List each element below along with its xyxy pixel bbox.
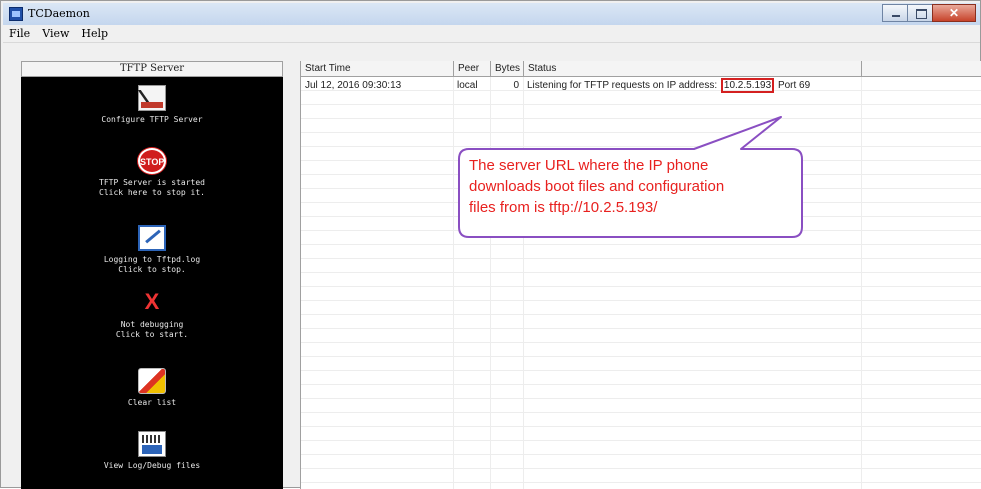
view-log-files-button[interactable]: View Log/Debug files — [21, 431, 283, 471]
maximize-button[interactable] — [907, 4, 933, 22]
cell-peer: local — [457, 80, 478, 91]
tool-panel-header[interactable]: TFTP Server — [21, 61, 283, 77]
configure-server-button[interactable]: Configure TFTP Server — [21, 85, 283, 125]
column-divider — [453, 77, 454, 489]
stop-icon-text: STOP — [140, 157, 165, 167]
column-header-status[interactable]: Status — [524, 61, 862, 77]
tool-label: Configure TFTP Server — [101, 115, 203, 124]
callout-line: downloads boot files and configuration — [469, 178, 725, 195]
column-divider — [861, 77, 862, 489]
table-row[interactable]: Jul 12, 2016 09:30:13 local 0 Listening … — [301, 78, 981, 93]
tool-label: Logging to Tftpd.log — [103, 255, 201, 264]
stop-sign-icon: STOP — [138, 148, 166, 174]
tool-label: Click here to stop it. — [99, 188, 205, 197]
title-bar[interactable]: TCDaemon ✕ — [3, 3, 980, 25]
cell-start-time: Jul 12, 2016 09:30:13 — [305, 80, 402, 91]
status-port: Port 69 — [777, 80, 811, 91]
clear-list-icon — [138, 368, 166, 394]
tool-label: TFTP Server is started — [99, 178, 205, 187]
close-button[interactable]: ✕ — [932, 4, 976, 22]
ip-address-highlight: 10.2.5.193 — [720, 78, 775, 93]
debug-icon-glyph: X — [144, 289, 160, 314]
column-header-peer[interactable]: Peer — [454, 61, 491, 77]
close-icon: ✕ — [948, 6, 960, 20]
tool-label: Clear list — [127, 398, 177, 407]
debug-toggle-button[interactable]: X Not debugging Click to start. — [21, 290, 283, 340]
tool-label: Click to stop. — [118, 265, 186, 274]
tool-panel — [21, 61, 283, 489]
app-icon — [9, 7, 23, 21]
menu-view[interactable]: View — [42, 27, 69, 40]
callout-line: The server URL where the IP phone — [469, 157, 709, 174]
status-text: Listening for TFTP requests on IP addres… — [527, 80, 718, 91]
tool-label: Click to start. — [115, 330, 189, 339]
tool-label: View Log/Debug files — [103, 461, 201, 470]
column-header-empty[interactable] — [862, 61, 981, 77]
cell-bytes: 0 — [513, 80, 519, 91]
callout-text: The server URL where the IP phone downlo… — [469, 155, 799, 218]
list-header: Start Time Peer Bytes Status — [301, 61, 981, 77]
menu-bar: File View Help — [3, 25, 980, 43]
logging-toggle-button[interactable]: Logging to Tftpd.log Click to stop. — [21, 225, 283, 275]
menu-file[interactable]: File — [9, 27, 30, 40]
window-controls: ✕ — [882, 4, 976, 22]
view-log-icon — [138, 431, 166, 457]
cell-status: Listening for TFTP requests on IP addres… — [523, 78, 943, 93]
stop-server-button[interactable]: STOP TFTP Server is started Click here t… — [21, 148, 283, 198]
log-pen-icon — [138, 225, 166, 251]
debug-x-icon: X — [138, 290, 166, 316]
clear-list-button[interactable]: Clear list — [21, 368, 283, 408]
column-header-start-time[interactable]: Start Time — [301, 61, 454, 77]
annotation-callout: The server URL where the IP phone downlo… — [458, 116, 803, 238]
window-title: TCDaemon — [28, 7, 90, 20]
tool-label: Not debugging — [120, 320, 184, 329]
tftp-daemon-window: TCDaemon ✕ File View Help TFTP Server Co… — [0, 0, 981, 489]
configure-server-icon — [138, 85, 166, 111]
menu-help[interactable]: Help — [81, 27, 108, 40]
minimize-button[interactable] — [882, 4, 908, 22]
column-header-bytes[interactable]: Bytes — [491, 61, 524, 77]
callout-line: files from is tftp://10.2.5.193/ — [469, 199, 658, 216]
